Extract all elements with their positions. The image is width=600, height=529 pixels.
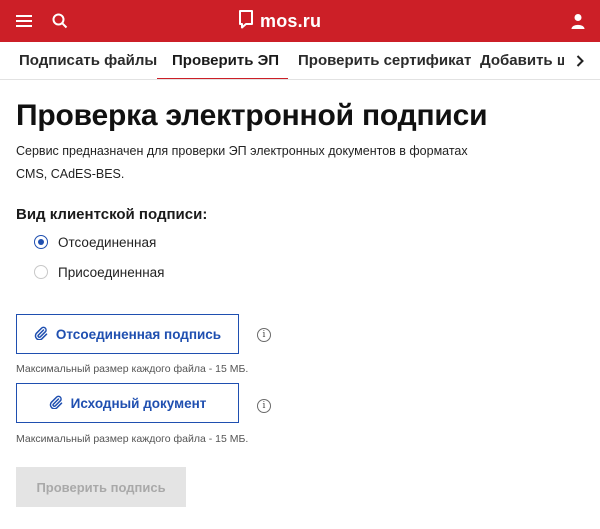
paperclip-icon bbox=[34, 326, 48, 343]
hamburger-icon[interactable] bbox=[12, 9, 36, 33]
page-description: Сервис предназначен для проверки ЭП элек… bbox=[16, 144, 468, 181]
info-icon[interactable]: i bbox=[257, 399, 271, 413]
site-logo[interactable]: mos.ru bbox=[238, 8, 321, 34]
source-size-hint: Максимальный размер каждого файла - 15 М… bbox=[16, 433, 249, 445]
radio-detached-label: Отсоединенная bbox=[58, 234, 157, 250]
logo-text: mos.ru bbox=[260, 10, 322, 31]
active-tab-indicator bbox=[157, 78, 288, 79]
radio-attached[interactable] bbox=[34, 265, 48, 279]
page-title: Проверка электронной подписи bbox=[16, 99, 488, 132]
signature-type-label: Вид клиентской подписи: bbox=[16, 206, 208, 223]
paperclip-icon bbox=[49, 395, 63, 412]
upload-source-document-button[interactable]: Исходный документ bbox=[16, 383, 239, 423]
radio-detached[interactable] bbox=[34, 235, 48, 249]
search-icon[interactable] bbox=[48, 9, 72, 33]
tab-verify-signature[interactable]: Проверить ЭП bbox=[172, 42, 279, 79]
radio-option-detached[interactable]: Отсоединенная bbox=[34, 233, 156, 251]
info-icon[interactable]: i bbox=[257, 328, 271, 342]
user-icon[interactable] bbox=[566, 9, 590, 33]
top-bar: mos.ru bbox=[0, 0, 600, 42]
tab-sign-files[interactable]: Подписать файлы bbox=[19, 42, 157, 79]
tab-verify-certificate[interactable]: Проверить сертификат bbox=[298, 42, 471, 79]
radio-option-attached[interactable]: Присоединенная bbox=[34, 263, 164, 281]
upload-detached-label: Отсоединенная подпись bbox=[55, 326, 222, 342]
radio-attached-label: Присоединенная bbox=[58, 264, 165, 280]
upload-source-label: Исходный документ bbox=[70, 395, 207, 411]
upload-detached-signature-button[interactable]: Отсоединенная подпись bbox=[16, 314, 239, 354]
logo-icon bbox=[238, 9, 254, 34]
detached-size-hint: Максимальный размер каждого файла - 15 М… bbox=[16, 363, 249, 375]
verify-signature-button[interactable]: Проверить подпись bbox=[16, 467, 186, 507]
service-tabs: Подписать файлы Проверить ЭП Проверить с… bbox=[0, 42, 600, 80]
chevron-right-icon[interactable] bbox=[570, 51, 590, 71]
tab-add[interactable]: Добавить ш bbox=[480, 42, 569, 79]
